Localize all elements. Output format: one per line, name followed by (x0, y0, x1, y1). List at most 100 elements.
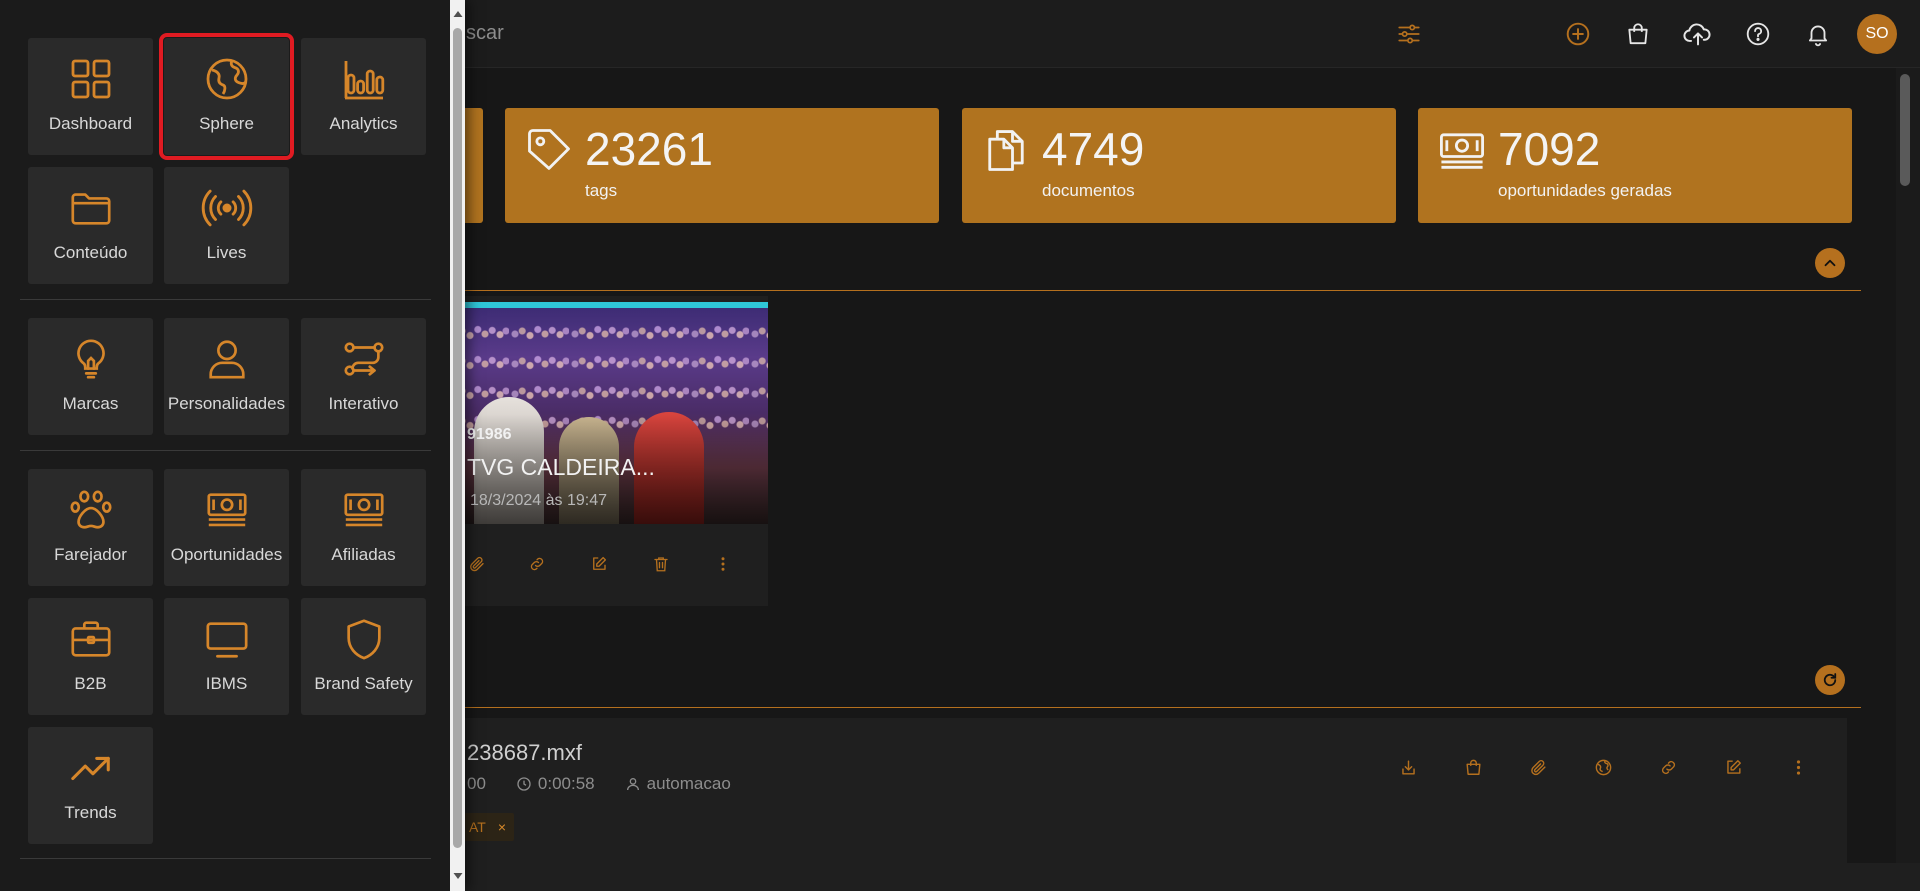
stat-label: documentos (1042, 181, 1135, 200)
money-icon (339, 485, 389, 535)
menu-divider (20, 299, 431, 300)
flow-icon (339, 334, 389, 384)
clock-icon (516, 776, 538, 792)
file-tag-label: AT (469, 819, 486, 835)
menu-item-dashboard[interactable]: Dashboard (28, 38, 153, 155)
menu-divider (20, 450, 431, 451)
media-card[interactable]: 91986 TVG CALDEIRA... 18/3/2024 às 19:47 (449, 296, 768, 606)
add-circle-icon[interactable] (1561, 17, 1595, 51)
menu-item-label: Brand Safety (314, 674, 413, 693)
menu-item-conteudo[interactable]: Conteúdo (28, 167, 153, 284)
menu-item-ibms[interactable]: IBMS (164, 598, 289, 715)
menu-item-label: Farejador (54, 545, 127, 564)
menu-item-sphere[interactable]: Sphere (159, 33, 294, 160)
menu-item-label: Interativo (328, 394, 399, 413)
person-icon (204, 334, 250, 384)
cloud-upload-icon[interactable] (1681, 17, 1715, 51)
download-icon[interactable] (1395, 754, 1421, 780)
menu-item-personalidades[interactable]: Personalidades (164, 318, 289, 435)
help-icon[interactable] (1741, 17, 1775, 51)
shopping-bag-icon[interactable] (1621, 17, 1655, 51)
file-row[interactable]: 238687.mxf 00 0:00:58 automacao AT × (449, 718, 1847, 863)
menu-item-afiliadas[interactable]: Afiliadas (301, 469, 426, 586)
briefcase-icon (66, 614, 116, 664)
bell-icon[interactable] (1801, 17, 1835, 51)
main-scrollbar[interactable] (1896, 68, 1920, 863)
stat-card-tags: 23261 tags (505, 108, 939, 223)
stat-value: 4749 (1042, 123, 1145, 175)
menu-item-lives[interactable]: Lives (164, 167, 289, 284)
stat-card-opportunities: 7092 oportunidades geradas (1418, 108, 1852, 223)
menu-item-label: Sphere (199, 114, 254, 133)
scrollbar-thumb[interactable] (1900, 74, 1910, 186)
file-duration: 0:00:58 (537, 774, 595, 793)
menu-item-label: Analytics (329, 114, 398, 133)
shield-icon (341, 614, 387, 664)
stat-value: 7092 (1498, 123, 1601, 175)
link-icon[interactable] (1655, 754, 1681, 780)
folder-icon (66, 183, 116, 233)
menu-item-brand-safety[interactable]: Brand Safety (301, 598, 426, 715)
globe-icon (203, 54, 251, 104)
menu-item-label: IBMS (205, 674, 248, 693)
bar-chart-icon (339, 54, 389, 104)
menu-item-label: Dashboard (48, 114, 133, 133)
media-title: TVG CALDEIRA... (467, 454, 655, 480)
attach-icon[interactable] (1525, 754, 1551, 780)
link-icon[interactable] (525, 552, 549, 576)
stat-value: 23261 (585, 123, 713, 175)
filter-sliders-icon[interactable] (1392, 17, 1426, 51)
monitor-icon (201, 614, 253, 664)
section-divider (465, 707, 1861, 708)
avatar[interactable]: SO (1857, 14, 1897, 54)
stat-card-documents: 4749 documentos (962, 108, 1396, 223)
menu-item-interativo[interactable]: Interativo (301, 318, 426, 435)
menu-item-label: B2B (74, 674, 107, 693)
trash-icon[interactable] (649, 552, 673, 576)
menu-item-label: Trends (64, 803, 117, 822)
lightbulb-icon (68, 334, 114, 384)
more-vertical-icon[interactable] (1785, 754, 1811, 780)
refresh-icon[interactable] (1815, 665, 1845, 695)
shopping-bag-icon[interactable] (1460, 754, 1486, 780)
file-meta: 00 0:00:58 automacao (467, 774, 761, 794)
search-input[interactable]: scar (466, 22, 504, 45)
money-icon (1436, 124, 1488, 176)
edit-icon[interactable] (1720, 754, 1746, 780)
menu-item-marcas[interactable]: Marcas (28, 318, 153, 435)
menu-item-label: Conteúdo (53, 243, 128, 262)
scroll-up-arrow-icon[interactable] (452, 8, 463, 19)
menu-item-trends[interactable]: Trends (28, 727, 153, 844)
trending-up-icon (66, 743, 116, 793)
documents-icon (980, 124, 1032, 176)
more-vertical-icon[interactable] (711, 552, 735, 576)
file-meta-partial: 00 (467, 774, 486, 793)
media-thumbnail[interactable]: 91986 TVG CALDEIRA... 18/3/2024 às 19:47 (449, 302, 768, 524)
stat-label: oportunidades geradas (1498, 181, 1672, 200)
menu-item-oportunidades[interactable]: Oportunidades (164, 469, 289, 586)
scroll-down-arrow-icon[interactable] (452, 870, 463, 881)
globe-icon[interactable] (1590, 754, 1616, 780)
file-user: automacao (646, 774, 731, 793)
paw-icon (68, 485, 114, 535)
file-name: 238687.mxf (467, 740, 582, 765)
media-date: 18/3/2024 às 19:47 (470, 492, 608, 509)
menu-item-b2b[interactable]: B2B (28, 598, 153, 715)
media-id: 91986 (467, 426, 512, 443)
file-tag: AT × (459, 813, 515, 841)
money-icon (202, 485, 252, 535)
menu-divider (20, 858, 431, 859)
dashboard-grid-icon (67, 54, 115, 104)
menu-item-farejador[interactable]: Farejador (28, 469, 153, 586)
collapse-chevron-up-icon[interactable] (1815, 248, 1845, 278)
broadcast-icon (200, 183, 254, 233)
tag-remove-icon[interactable]: × (498, 819, 506, 835)
scrollbar-thumb[interactable] (453, 28, 462, 848)
menu-item-analytics[interactable]: Analytics (301, 38, 426, 155)
menu-item-label: Oportunidades (170, 545, 283, 564)
section-divider (465, 290, 1861, 291)
user-icon (625, 776, 647, 792)
edit-icon[interactable] (587, 552, 611, 576)
attach-icon[interactable] (465, 552, 489, 576)
drawer-scrollbar[interactable] (450, 0, 465, 891)
